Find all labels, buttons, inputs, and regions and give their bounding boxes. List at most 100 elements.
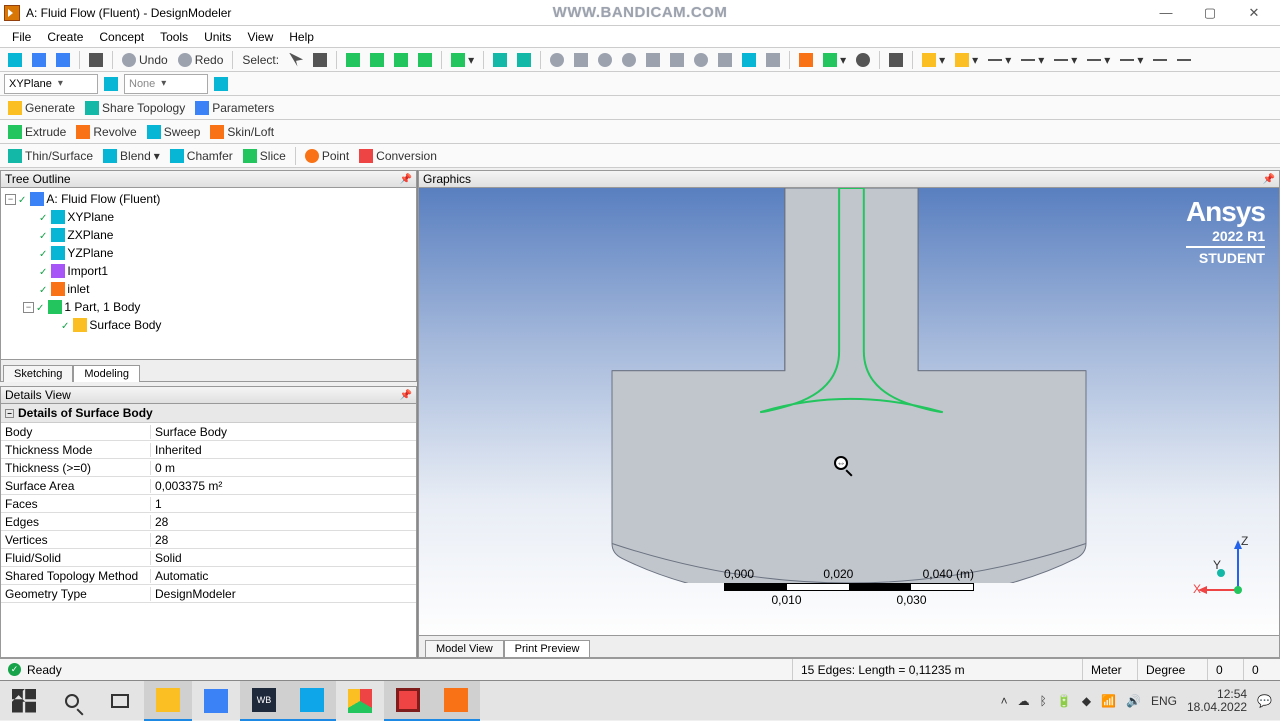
share-topology-button[interactable]: Share Topology — [81, 98, 189, 118]
menu-help[interactable]: Help — [281, 28, 322, 46]
box-select-button[interactable]: ▾ — [447, 50, 478, 70]
detail-row-fluid-solid[interactable]: Fluid/SolidSolid — [1, 549, 416, 567]
triad-icon[interactable]: Z X Y — [1193, 535, 1263, 605]
line2-button[interactable]: ▾ — [1017, 50, 1048, 70]
point-button[interactable]: Point — [301, 146, 353, 166]
collapse-icon[interactable]: − — [5, 194, 16, 205]
select-new-button[interactable] — [309, 50, 331, 70]
parameters-button[interactable]: Parameters — [191, 98, 278, 118]
tray-wifi-icon[interactable]: 📶 — [1101, 694, 1116, 708]
sel-points-button[interactable] — [342, 50, 364, 70]
slice-button[interactable]: Slice — [239, 146, 290, 166]
start-button[interactable] — [0, 681, 48, 721]
tree-item-inlet[interactable]: inlet — [1, 280, 416, 298]
ansys-wb-button[interactable]: WB — [240, 681, 288, 721]
redo-button[interactable]: Redo — [174, 50, 228, 70]
ruler-button[interactable]: ▾ — [918, 50, 949, 70]
task-view-button[interactable] — [96, 681, 144, 721]
tree-item-import1[interactable]: Import1 — [1, 262, 416, 280]
tree-item-surface-body[interactable]: Surface Body — [1, 316, 416, 334]
pan-button[interactable] — [570, 50, 592, 70]
refresh-button[interactable] — [4, 50, 26, 70]
details-group-header[interactable]: −Details of Surface Body — [1, 404, 416, 423]
tree-item-yzplane[interactable]: YZPlane — [1, 244, 416, 262]
tray-notifications-icon[interactable]: 💬 — [1257, 694, 1272, 708]
close-button[interactable]: ✕ — [1232, 0, 1276, 26]
detail-row-thickness[interactable]: Thickness (>=0)0 m — [1, 459, 416, 477]
extend-sel-button[interactable] — [489, 50, 511, 70]
new-plane-button[interactable] — [100, 74, 122, 94]
line7-button[interactable] — [1173, 50, 1195, 70]
tray-onedrive-icon[interactable]: ☁ — [1018, 694, 1030, 708]
pin-icon[interactable]: 📌 — [1263, 174, 1275, 185]
zoom-in-button[interactable] — [594, 50, 616, 70]
pin-icon[interactable]: 📌 — [400, 174, 412, 185]
display-mode-button[interactable]: ▾ — [819, 50, 850, 70]
split1-button[interactable]: ▾ — [951, 50, 982, 70]
plane-combo[interactable]: XYPlane — [4, 74, 98, 94]
tray-clock[interactable]: 12:54 18.04.2022 — [1187, 688, 1247, 714]
blend-button[interactable]: Blend ▾ — [99, 146, 164, 166]
generate-button[interactable]: Generate — [4, 98, 79, 118]
tree-item-xyplane[interactable]: XYPlane — [1, 208, 416, 226]
export-button[interactable] — [52, 50, 74, 70]
display-point-button[interactable] — [852, 50, 874, 70]
next-view-button[interactable] — [738, 50, 760, 70]
image-capture-button[interactable] — [85, 50, 107, 70]
tab-model-view[interactable]: Model View — [425, 640, 504, 657]
menu-tools[interactable]: Tools — [152, 28, 196, 46]
sel-faces-button[interactable] — [390, 50, 412, 70]
magnify-button[interactable] — [690, 50, 712, 70]
menu-concept[interactable]: Concept — [91, 28, 152, 46]
line4-button[interactable]: ▾ — [1083, 50, 1114, 70]
tree-item-part[interactable]: − 1 Part, 1 Body — [1, 298, 416, 316]
prev-view-button[interactable] — [714, 50, 736, 70]
menu-file[interactable]: File — [4, 28, 39, 46]
rotate-button[interactable] — [546, 50, 568, 70]
tray-bluetooth-icon[interactable]: ᛒ — [1040, 694, 1047, 708]
sweep-button[interactable]: Sweep — [143, 122, 205, 142]
zoom-box-button[interactable] — [642, 50, 664, 70]
tray-volume-icon[interactable]: 🔊 — [1126, 694, 1141, 708]
search-button[interactable] — [48, 681, 96, 721]
tab-modeling[interactable]: Modeling — [73, 365, 140, 382]
look-at-button[interactable] — [795, 50, 817, 70]
skinloft-button[interactable]: Skin/Loft — [206, 122, 278, 142]
tray-chevron-icon[interactable]: ˄ — [1001, 694, 1008, 708]
line3-button[interactable]: ▾ — [1050, 50, 1081, 70]
collapse-icon[interactable]: − — [23, 302, 34, 313]
system-tray[interactable]: ˄ ☁ ᛒ 🔋 ◆ 📶 🔊 ENG 12:54 18.04.2022 💬 — [993, 688, 1280, 714]
detail-row-body[interactable]: BodySurface Body — [1, 423, 416, 441]
chrome-button[interactable] — [336, 681, 384, 721]
shrink-sel-button[interactable] — [513, 50, 535, 70]
menu-units[interactable]: Units — [196, 28, 239, 46]
detail-row-thickness-mode[interactable]: Thickness ModeInherited — [1, 441, 416, 459]
graphics-viewport[interactable]: Ansys 2022 R1 STUDENT ⇔ — [418, 188, 1280, 636]
file-explorer-button[interactable] — [144, 681, 192, 721]
zoom-fit-button[interactable] — [666, 50, 688, 70]
menu-create[interactable]: Create — [39, 28, 91, 46]
model-geometry[interactable] — [609, 188, 1089, 583]
save-button[interactable] — [28, 50, 50, 70]
line1-button[interactable]: ▾ — [984, 50, 1015, 70]
line6-button[interactable] — [1149, 50, 1171, 70]
media-player-button[interactable] — [432, 681, 480, 721]
zoom-out-button[interactable] — [618, 50, 640, 70]
pin-icon[interactable]: 📌 — [400, 390, 412, 401]
sketch-combo[interactable]: None — [124, 74, 208, 94]
sel-bodies-button[interactable] — [414, 50, 436, 70]
tree-item-zxplane[interactable]: ZXPlane — [1, 226, 416, 244]
ansys-dm-button[interactable] — [288, 681, 336, 721]
iso-view-button[interactable] — [762, 50, 784, 70]
tree-root[interactable]: − A: Fluid Flow (Fluent) — [1, 190, 416, 208]
mail-button[interactable] — [192, 681, 240, 721]
minimize-button[interactable]: — — [1144, 0, 1188, 26]
tray-language[interactable]: ENG — [1151, 694, 1177, 708]
select-cursor-button[interactable] — [285, 50, 307, 70]
extrude-button[interactable]: Extrude — [4, 122, 70, 142]
tray-nvidia-icon[interactable]: ◆ — [1082, 694, 1091, 708]
thin-surface-button[interactable]: Thin/Surface — [4, 146, 97, 166]
bandicam-button[interactable] — [384, 681, 432, 721]
detail-row-shared-topology[interactable]: Shared Topology MethodAutomatic — [1, 567, 416, 585]
tab-sketching[interactable]: Sketching — [3, 365, 73, 382]
